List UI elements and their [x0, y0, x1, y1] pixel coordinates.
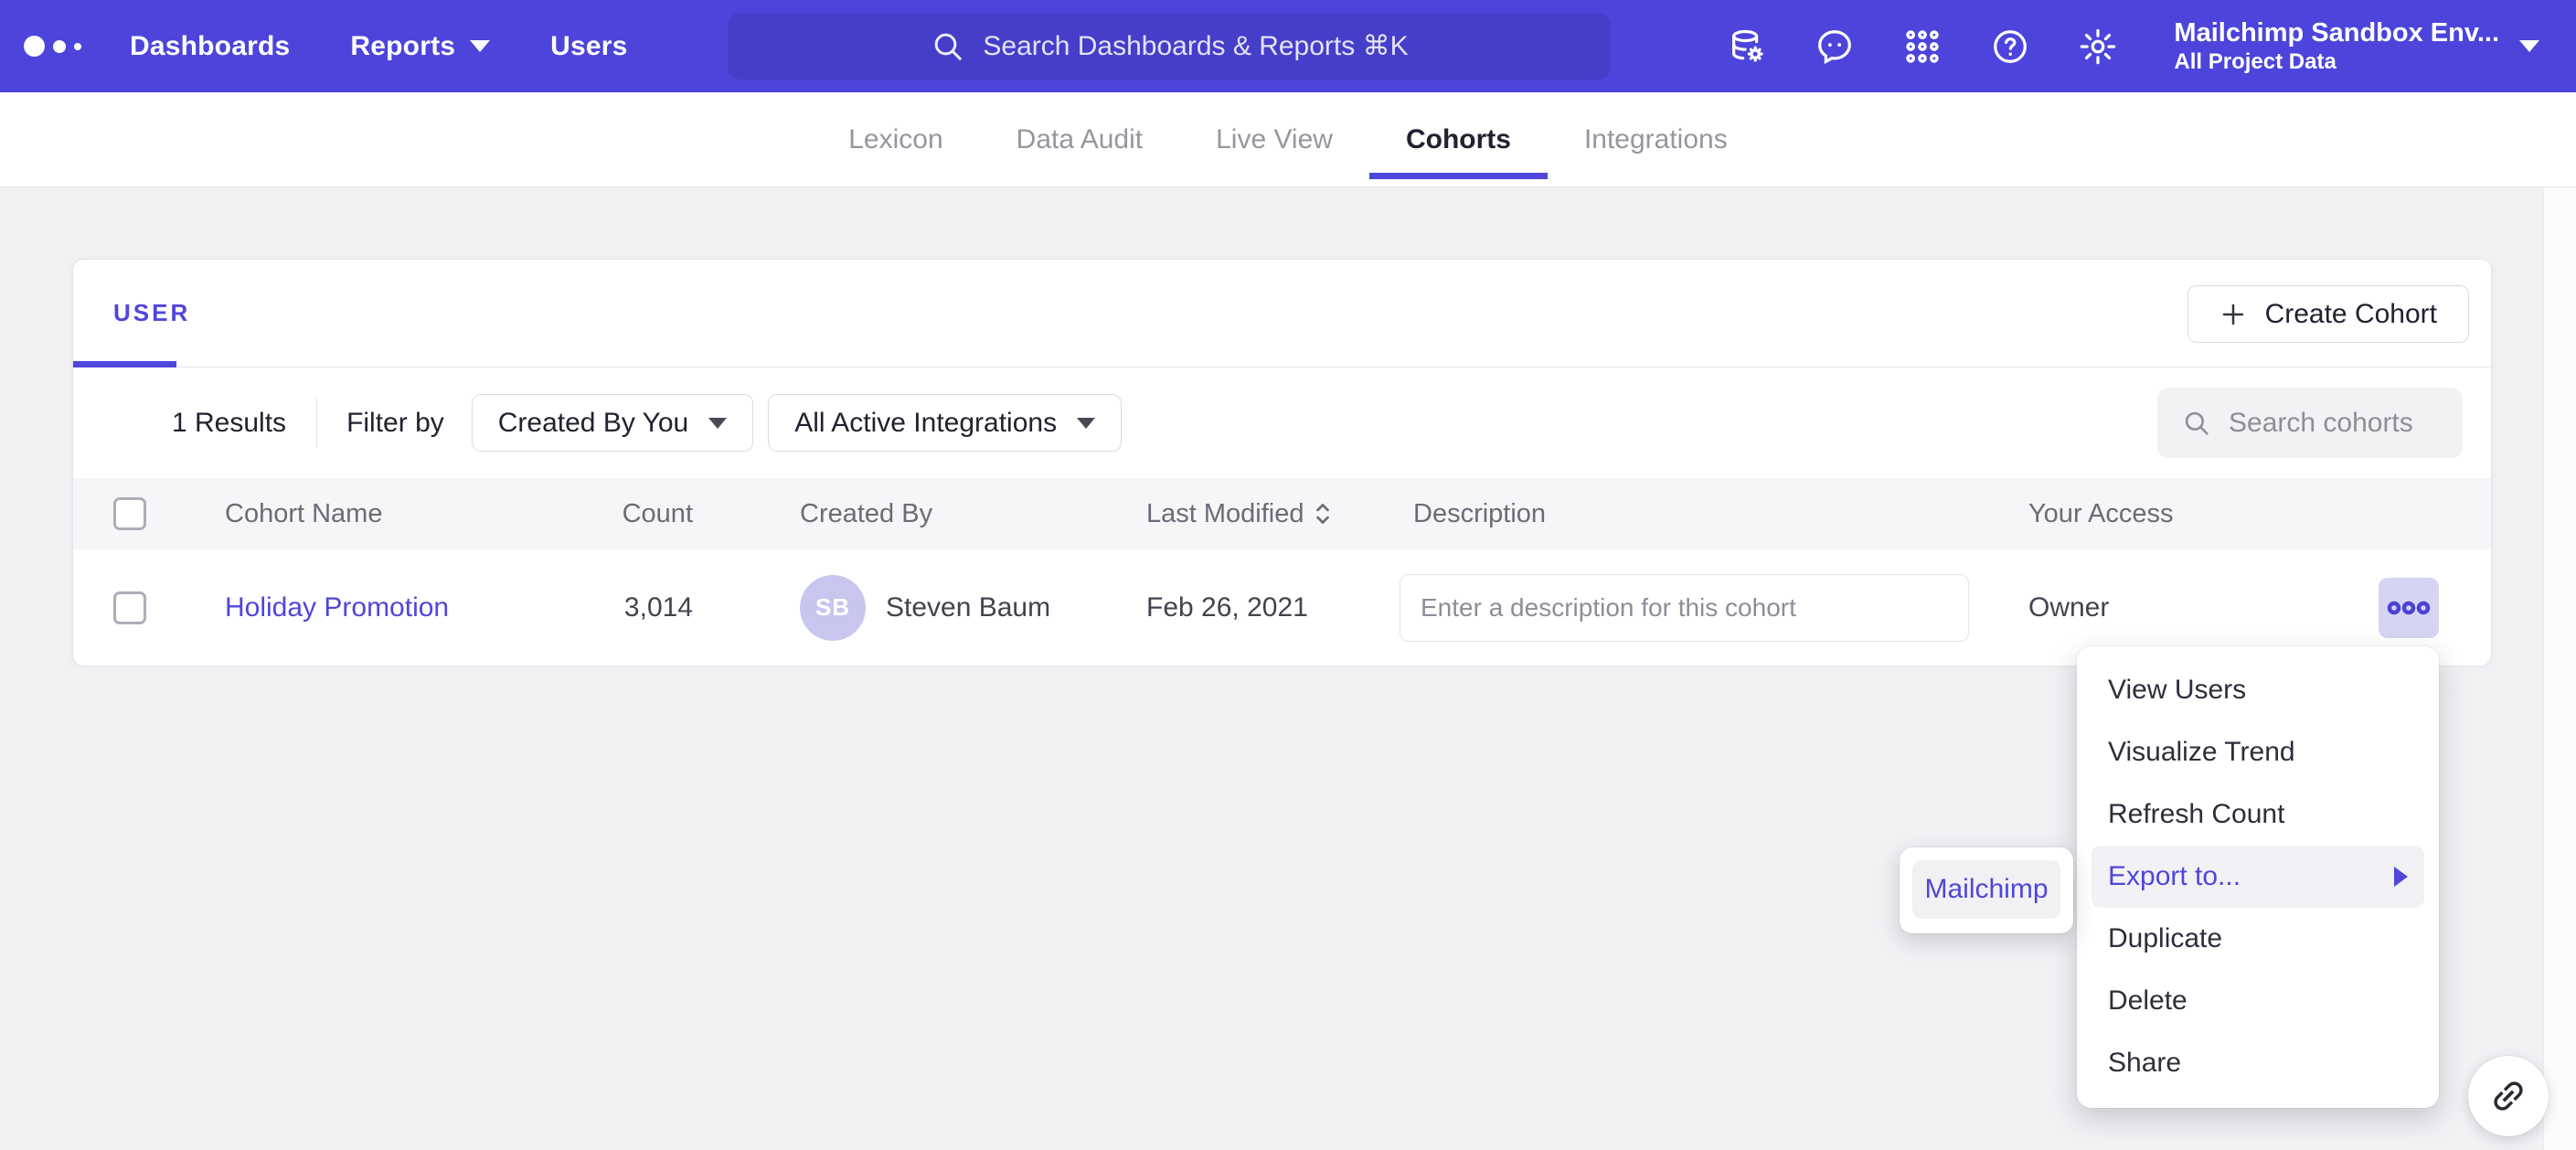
cohort-count: 3,014	[618, 592, 800, 623]
primary-nav-links: Dashboards Reports Users	[130, 31, 628, 62]
scrollbar-track[interactable]	[2543, 187, 2576, 1150]
tab-live-view[interactable]: Live View	[1179, 92, 1369, 186]
tab-lexicon[interactable]: Lexicon	[812, 92, 979, 186]
logo-dot-large	[24, 36, 45, 57]
last-modified-date: Feb 26, 2021	[1146, 592, 1413, 623]
avatar: SB	[800, 575, 866, 641]
link-icon	[2480, 1068, 2537, 1124]
apps-grid-icon[interactable]	[1901, 26, 1943, 68]
menu-item-refresh-count[interactable]: Refresh Count	[2077, 783, 2439, 846]
sort-icon	[1314, 500, 1332, 527]
row-checkbox[interactable]	[113, 591, 146, 624]
menu-item-visualize-trend[interactable]: Visualize Trend	[2077, 721, 2439, 783]
tab-data-audit[interactable]: Data Audit	[980, 92, 1179, 186]
more-options-icon	[2387, 599, 2431, 617]
settings-icon[interactable]	[2077, 26, 2119, 68]
search-icon	[930, 28, 966, 65]
tab-integrations[interactable]: Integrations	[1548, 92, 1764, 186]
chevron-down-icon	[2519, 40, 2539, 52]
column-header-count: Count	[618, 499, 800, 529]
menu-item-export-to[interactable]: Export to...	[2092, 846, 2424, 908]
user-tab-underline	[73, 361, 176, 367]
search-icon	[2181, 408, 2212, 439]
menu-item-share[interactable]: Share	[2077, 1032, 2439, 1094]
create-cohort-button[interactable]: Create Cohort	[2187, 285, 2469, 343]
menu-item-view-users[interactable]: View Users	[2077, 659, 2439, 721]
submenu-item-mailchimp[interactable]: Mailchimp	[1912, 860, 2060, 919]
cohorts-panel: USER Create Cohort 1 Results Filter by C…	[72, 259, 2492, 665]
results-count: 1 Results	[172, 408, 286, 439]
column-header-cohort-name: Cohort Name	[225, 499, 618, 529]
created-by-filter-dropdown[interactable]: Created By You	[472, 394, 754, 452]
description-input[interactable]	[1400, 574, 1969, 642]
project-name: Mailchimp Sandbox Env...	[2174, 16, 2499, 49]
menu-item-delete[interactable]: Delete	[2077, 970, 2439, 1032]
project-subtitle: All Project Data	[2174, 49, 2499, 76]
submenu-arrow-icon	[2394, 867, 2408, 887]
column-header-description: Description	[1413, 499, 2028, 529]
mixpanel-logo[interactable]	[24, 36, 90, 57]
logo-dot-small	[74, 43, 81, 50]
row-context-menu: View Users Visualize Trend Refresh Count…	[2077, 646, 2439, 1108]
copy-link-fab[interactable]	[2468, 1056, 2549, 1136]
chevron-down-icon	[708, 418, 727, 429]
chevron-down-icon	[470, 40, 490, 52]
project-switcher[interactable]: Mailchimp Sandbox Env... All Project Dat…	[2174, 16, 2539, 76]
logo-dot-medium	[53, 40, 66, 53]
column-header-created-by: Created By	[800, 499, 1146, 529]
created-by-name: Steven Baum	[886, 592, 1050, 623]
chevron-down-icon	[1077, 418, 1095, 429]
plus-icon	[2219, 301, 2247, 328]
column-header-last-modified[interactable]: Last Modified	[1146, 499, 1332, 529]
created-by-cell: SB Steven Baum	[800, 575, 1146, 641]
help-icon[interactable]	[1989, 26, 2031, 68]
select-all-checkbox[interactable]	[113, 497, 146, 530]
nav-item-reports[interactable]: Reports	[350, 31, 490, 62]
feedback-icon[interactable]	[1814, 26, 1856, 68]
filter-bar: 1 Results Filter by Created By You All A…	[73, 367, 2491, 478]
table-header-row: Cohort Name Count Created By Last Modifi…	[73, 478, 2491, 549]
secondary-nav: Lexicon Data Audit Live View Cohorts Int…	[0, 92, 2576, 187]
export-submenu: Mailchimp	[1900, 847, 2073, 933]
divider	[316, 399, 317, 448]
cohort-name-link[interactable]: Holiday Promotion	[225, 592, 449, 623]
nav-item-users[interactable]: Users	[550, 31, 627, 62]
tab-user-cohorts[interactable]: USER	[73, 260, 190, 367]
global-search-placeholder: Search Dashboards & Reports ⌘K	[983, 30, 1408, 62]
row-actions-button[interactable]	[2379, 578, 2439, 638]
tab-cohorts[interactable]: Cohorts	[1369, 92, 1548, 186]
global-search-input[interactable]: Search Dashboards & Reports ⌘K	[728, 13, 1611, 80]
filter-by-label: Filter by	[346, 408, 444, 439]
data-management-icon[interactable]	[1726, 26, 1768, 68]
column-header-your-access: Your Access	[2028, 499, 2379, 529]
menu-item-duplicate[interactable]: Duplicate	[2077, 908, 2439, 970]
integrations-filter-dropdown[interactable]: All Active Integrations	[768, 394, 1122, 452]
top-nav-right: Mailchimp Sandbox Env... All Project Dat…	[1726, 0, 2539, 92]
panel-header: USER Create Cohort	[73, 260, 2491, 367]
access-level: Owner	[2028, 592, 2379, 623]
active-tab-underline	[1369, 173, 1548, 179]
top-nav: Dashboards Reports Users Search Dashboar…	[0, 0, 2576, 92]
cohort-search	[2157, 388, 2463, 458]
nav-item-dashboards[interactable]: Dashboards	[130, 31, 290, 62]
